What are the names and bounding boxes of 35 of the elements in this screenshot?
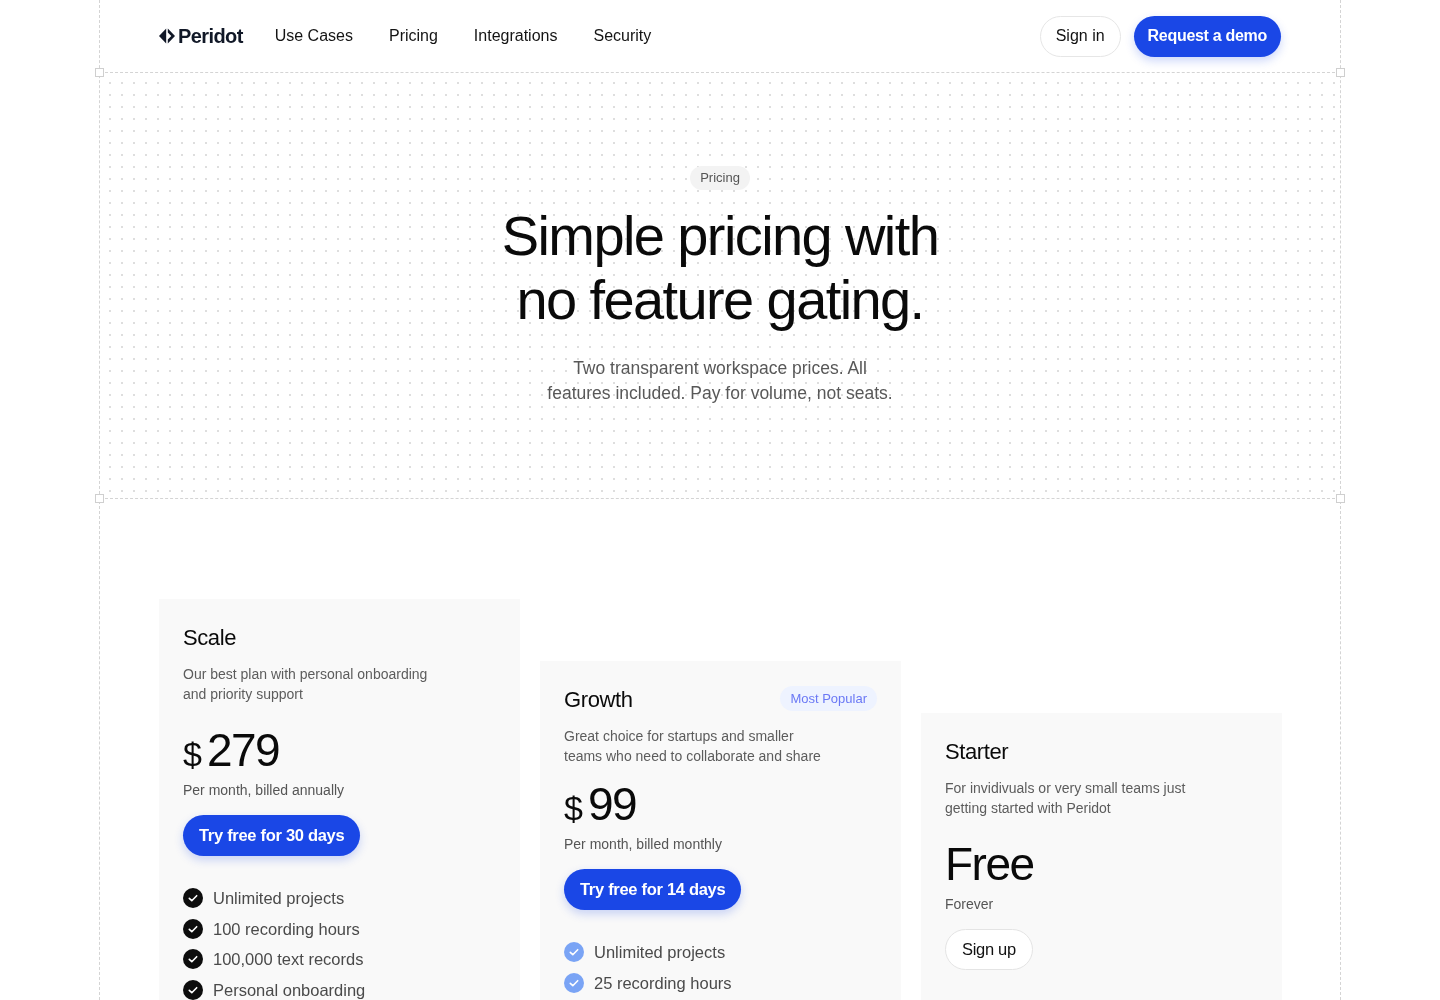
feature-item: 25 recording hours xyxy=(594,972,732,993)
plan-name: Growth xyxy=(564,687,633,713)
request-demo-button[interactable]: Request a demo xyxy=(1133,15,1281,57)
popular-badge: Most Popular xyxy=(780,685,877,711)
plan-name: Starter xyxy=(945,739,1009,765)
plan-cta-button[interactable]: Try free for 14 days xyxy=(564,869,742,910)
plan-cta-button[interactable]: Try free for 30 days xyxy=(183,815,361,856)
billing-note: Per month, billed monthly xyxy=(564,835,722,854)
currency-symbol: $ xyxy=(183,734,202,775)
billing-note: Forever xyxy=(945,895,994,914)
price-amount: Free xyxy=(945,838,1034,890)
nav-link[interactable]: Pricing xyxy=(388,27,438,45)
plan-description: Great choice for startups and smaller teams who need to collaborate and share xyxy=(564,727,822,766)
plan-cta-button[interactable]: Sign up xyxy=(945,929,1033,970)
sign-in-button[interactable]: Sign in xyxy=(1039,15,1121,57)
feature-item: Unlimited projects xyxy=(594,942,726,962)
feature-item: 100 recording hours xyxy=(213,918,360,939)
nav-link[interactable]: Integrations xyxy=(473,27,558,45)
plan-name: Scale xyxy=(183,625,237,651)
price-amount: 99 xyxy=(587,778,637,830)
logo-link[interactable]: Peridot xyxy=(159,24,243,48)
nav-link[interactable]: Security xyxy=(593,27,652,45)
price-amount: 279 xyxy=(206,724,280,776)
feature-item: Unlimited projects xyxy=(213,888,345,908)
plan-description: Our best plan with personal onboarding and priority support xyxy=(183,665,429,704)
plan-description: For invidivuals or very small teams just getting started with Peridot xyxy=(945,779,1187,818)
currency-symbol: $ xyxy=(564,788,583,829)
section-tag: Pricing xyxy=(690,166,750,190)
feature-item: 100,000 text records xyxy=(213,949,364,969)
diamond-logo-icon xyxy=(159,28,175,44)
nav-link[interactable]: Use Cases xyxy=(274,27,353,45)
billing-note: Per month, billed annually xyxy=(183,781,345,800)
hero-subtitle: Two transparent workspace prices. All features included. Pay for volume, not seats. xyxy=(546,357,894,405)
hero-heading: Simple pricing with no feature gating. xyxy=(500,204,940,332)
feature-item: Personal onboarding xyxy=(213,979,366,1000)
